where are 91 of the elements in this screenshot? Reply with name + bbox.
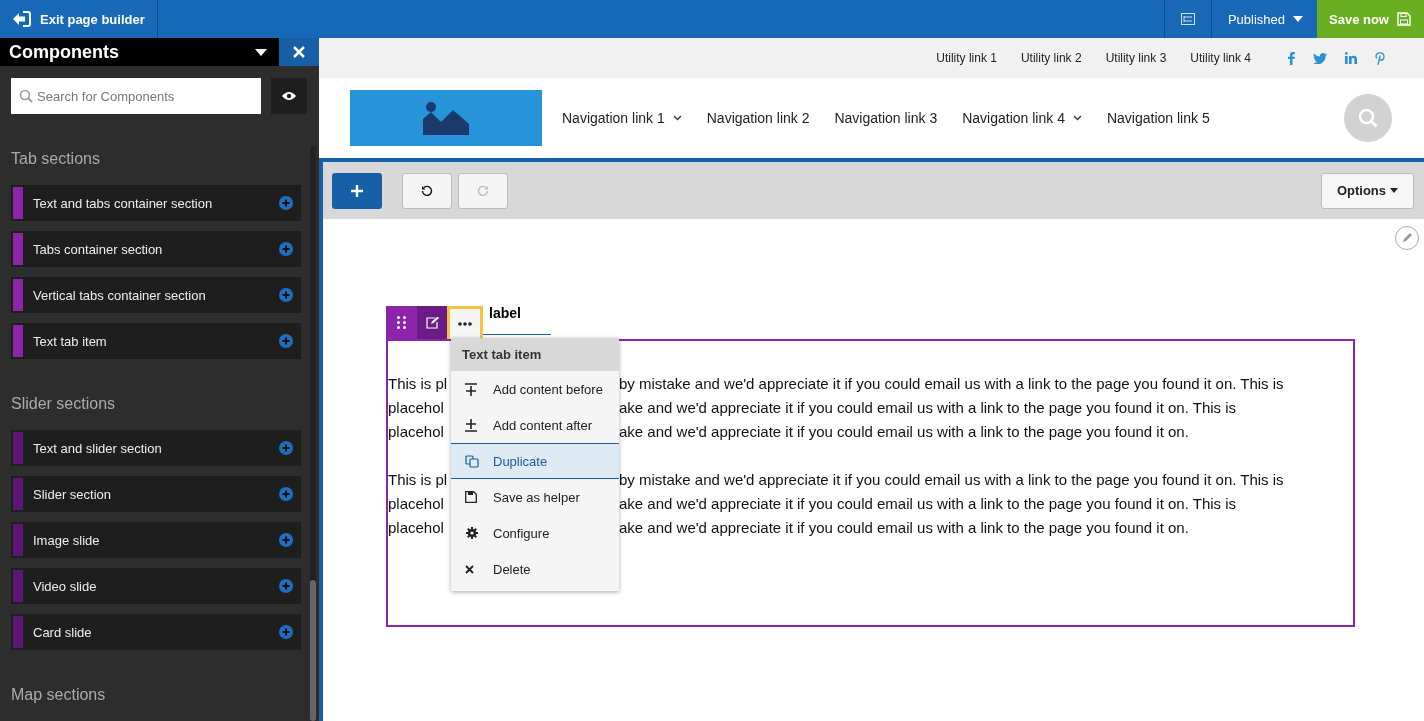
- component-item[interactable]: Tabs container section: [11, 231, 301, 267]
- section-heading: Tab sections: [11, 150, 101, 168]
- text-fragment: ake and we'd appreciate it if you could email us with a link to the page you found it on. This is: [619, 398, 1237, 418]
- add-icon[interactable]: [279, 334, 293, 348]
- search-field[interactable]: Search for Components: [11, 78, 261, 114]
- nav-link[interactable]: Navigation link 4: [962, 110, 1082, 126]
- menu-item[interactable]: Add content after: [451, 407, 619, 443]
- add-icon[interactable]: [279, 579, 293, 593]
- component-item[interactable]: Text and slider section: [11, 430, 301, 466]
- more-icon: [458, 322, 472, 326]
- undo-icon: [421, 184, 433, 197]
- twitter-icon[interactable]: [1313, 52, 1327, 64]
- linkedin-icon[interactable]: [1345, 52, 1357, 64]
- add-icon[interactable]: [279, 625, 293, 639]
- text-fragment: ake and we'd appreciate it if you could email us with a link to the page you found it on.: [619, 518, 1189, 538]
- menu-title: Text tab item: [451, 338, 619, 371]
- pinterest-icon[interactable]: [1375, 51, 1385, 65]
- menu-item[interactable]: Duplicate: [451, 443, 619, 479]
- section-heading: Map sections: [11, 686, 107, 704]
- image-icon: [423, 101, 469, 135]
- caret-icon: [1293, 16, 1303, 22]
- nav-link[interactable]: Navigation link 2: [706, 110, 810, 126]
- grip-icon: [397, 316, 406, 329]
- undo-button[interactable]: [402, 172, 452, 209]
- scrollbar[interactable]: [310, 146, 316, 721]
- edit-icon: [425, 316, 439, 329]
- copy-icon: [465, 454, 479, 468]
- drag-handle[interactable]: [386, 306, 417, 339]
- menu-item[interactable]: Save as helper: [451, 479, 619, 515]
- search-icon: [19, 89, 33, 103]
- text-fragment: placehol: [388, 518, 445, 538]
- add-icon[interactable]: [279, 196, 293, 210]
- chevron-icon: [672, 115, 682, 121]
- component-item[interactable]: Text and tabs container section: [11, 185, 301, 221]
- logo-placeholder[interactable]: [350, 90, 542, 146]
- pencil-icon: [1401, 232, 1413, 244]
- text-fragment: by mistake and we'd appreciate it if you could email us with a link to the page you found it on. This is: [619, 470, 1284, 490]
- add-icon[interactable]: [279, 288, 293, 302]
- chevron-icon: [1072, 115, 1082, 121]
- layout-icon: [1180, 13, 1195, 25]
- close-icon: [293, 46, 305, 58]
- redo-icon: [477, 184, 489, 197]
- eye-icon: [282, 91, 296, 101]
- text-fragment: placehol: [388, 422, 445, 442]
- tab-label[interactable]: label: [483, 303, 551, 335]
- facebook-icon[interactable]: [1288, 51, 1295, 65]
- component-item[interactable]: Image slide: [11, 522, 301, 558]
- caret-icon: [255, 48, 267, 56]
- menu-item[interactable]: Add content before: [451, 371, 619, 407]
- utility-link[interactable]: Utility link 4: [1190, 51, 1251, 65]
- plus-icon: [351, 184, 363, 197]
- section-heading: Slider sections: [11, 395, 117, 413]
- component-item[interactable]: Vertical tabs container section: [11, 277, 301, 313]
- text-fragment: This is pl: [388, 374, 449, 394]
- add-before-icon: [465, 382, 479, 396]
- add-icon[interactable]: [279, 533, 293, 547]
- floppy-icon: [1396, 12, 1411, 26]
- edit-button[interactable]: [1395, 226, 1419, 250]
- preview-button[interactable]: [271, 78, 307, 114]
- component-item[interactable]: Card slide: [11, 614, 301, 650]
- floppy-icon: [465, 491, 479, 503]
- add-icon[interactable]: [279, 242, 293, 256]
- edit-button[interactable]: [417, 306, 447, 339]
- nav-link[interactable]: Navigation link 1: [562, 110, 682, 126]
- close-button[interactable]: [279, 38, 319, 66]
- text-fragment: ake and we'd appreciate it if you could email us with a link to the page you found it on.: [619, 422, 1189, 442]
- add-icon[interactable]: [279, 487, 293, 501]
- options-button[interactable]: Options: [1320, 172, 1414, 209]
- component-item[interactable]: Text tab item: [11, 323, 301, 359]
- utility-link[interactable]: Utility link 1: [936, 51, 997, 65]
- caret-icon: [1390, 188, 1398, 193]
- exit-icon: [12, 10, 32, 28]
- text-fragment: placehol: [388, 494, 445, 514]
- add-icon[interactable]: [279, 441, 293, 455]
- add-after-icon: [465, 418, 479, 432]
- menu-item[interactable]: Configure: [451, 515, 619, 551]
- utility-link[interactable]: Utility link 3: [1105, 51, 1167, 65]
- gear-icon: [465, 527, 479, 539]
- more-button[interactable]: [447, 306, 483, 339]
- search-icon: [1358, 108, 1378, 128]
- text-fragment: by mistake and we'd appreciate it if you could email us with a link to the page you found it on. This is: [619, 374, 1284, 394]
- menu-item[interactable]: Delete: [451, 551, 619, 587]
- add-button[interactable]: [332, 172, 382, 209]
- nav-link[interactable]: Navigation link 5: [1106, 110, 1210, 126]
- utility-link[interactable]: Utility link 2: [1020, 51, 1082, 65]
- text-fragment: placehol: [388, 398, 445, 418]
- component-item[interactable]: Video slide: [11, 568, 301, 604]
- text-fragment: This is pl: [388, 470, 449, 490]
- nav-link[interactable]: Navigation link 3: [834, 110, 938, 126]
- component-item[interactable]: Slider section: [11, 476, 301, 512]
- text-fragment: ake and we'd appreciate it if you could email us with a link to the page you found it on. This is: [619, 494, 1237, 514]
